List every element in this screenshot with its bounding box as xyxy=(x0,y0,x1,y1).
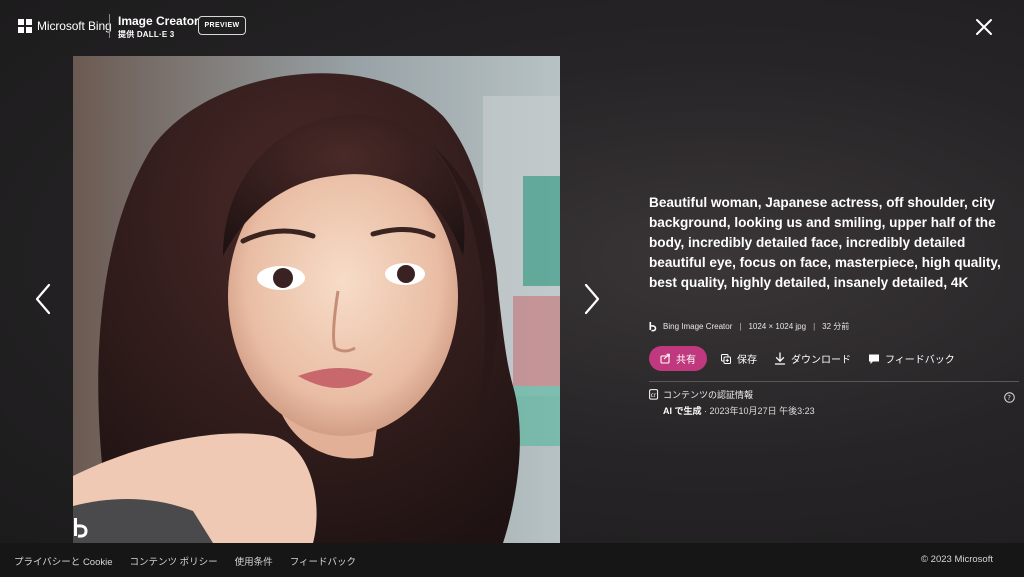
footer-link-feedback[interactable]: フィードバック xyxy=(290,554,356,568)
footer-links: プライバシーと Cookie コンテンツ ポリシー 使用条件 フィードバック xyxy=(14,554,373,568)
feedback-button[interactable]: フィードバック xyxy=(868,351,955,366)
svg-text:cr: cr xyxy=(651,392,657,399)
download-icon xyxy=(774,352,786,365)
chevron-left-icon xyxy=(35,283,51,315)
meta-age: 32 分前 xyxy=(822,322,850,331)
feedback-icon xyxy=(869,354,879,364)
action-bar: 共有 保存 ダウンロード フィードバック xyxy=(649,346,955,371)
prompt-text: Beautiful woman, Japanese actress, off s… xyxy=(649,195,1001,290)
share-icon xyxy=(660,353,670,364)
download-label: ダウンロード xyxy=(791,355,851,366)
help-icon: ? xyxy=(1004,392,1015,403)
header: Microsoft Bing Image Creator 提供 DALL·E 3… xyxy=(0,0,1024,52)
brand-label: Microsoft Bing xyxy=(37,19,112,33)
ai-generated-label: AI で生成 xyxy=(663,406,702,416)
content-credentials: cr コンテンツの認証情報 AI で生成 · 2023年10月27日 午後3:2… xyxy=(649,388,815,417)
product-title[interactable]: Image Creator xyxy=(118,14,199,28)
bing-brand-link[interactable]: Microsoft Bing xyxy=(18,19,112,33)
generated-image[interactable] xyxy=(73,56,560,543)
generated-date: · 2023年10月27日 午後3:23 xyxy=(704,406,815,416)
meta-separator: | xyxy=(739,322,742,331)
portrait-illustration xyxy=(73,56,560,543)
footer: プライバシーと Cookie コンテンツ ポリシー 使用条件 フィードバック ©… xyxy=(0,543,1024,577)
share-label: 共有 xyxy=(676,355,696,366)
footer-link-terms[interactable]: 使用条件 xyxy=(235,554,273,568)
footer-link-privacy[interactable]: プライバシーと Cookie xyxy=(14,554,113,568)
save-label: 保存 xyxy=(737,355,757,366)
feedback-label: フィードバック xyxy=(885,355,955,366)
chevron-right-icon xyxy=(584,283,600,315)
previous-image-button[interactable] xyxy=(29,279,59,319)
bing-icon xyxy=(649,321,657,331)
close-button[interactable] xyxy=(973,16,995,38)
download-button[interactable]: ダウンロード xyxy=(774,351,851,366)
help-button[interactable]: ? xyxy=(1004,390,1015,403)
meta-source[interactable]: Bing Image Creator xyxy=(663,322,732,331)
footer-link-content-policy[interactable]: コンテンツ ポリシー xyxy=(130,554,218,568)
credentials-title: コンテンツの認証情報 xyxy=(663,390,754,400)
share-button[interactable]: 共有 xyxy=(649,346,707,371)
bing-watermark-icon xyxy=(74,518,88,538)
header-divider xyxy=(109,14,110,38)
collection-save-icon xyxy=(721,353,731,364)
content-credentials-icon: cr xyxy=(649,389,659,400)
preview-badge: PREVIEW xyxy=(198,16,246,35)
microsoft-logo-icon xyxy=(18,19,32,33)
svg-text:?: ? xyxy=(1007,394,1011,402)
save-button[interactable]: 保存 xyxy=(720,351,757,366)
section-divider xyxy=(649,381,1019,382)
next-image-button[interactable] xyxy=(576,279,606,319)
meta-size: 1024 × 1024 jpg xyxy=(748,322,807,331)
meta-separator: | xyxy=(813,322,816,331)
copyright: © 2023 Microsoft xyxy=(921,554,993,565)
close-icon xyxy=(976,19,992,35)
product-subtitle: 提供 DALL·E 3 xyxy=(118,30,175,39)
image-meta: Bing Image Creator | 1024 × 1024 jpg | 3… xyxy=(649,321,849,332)
